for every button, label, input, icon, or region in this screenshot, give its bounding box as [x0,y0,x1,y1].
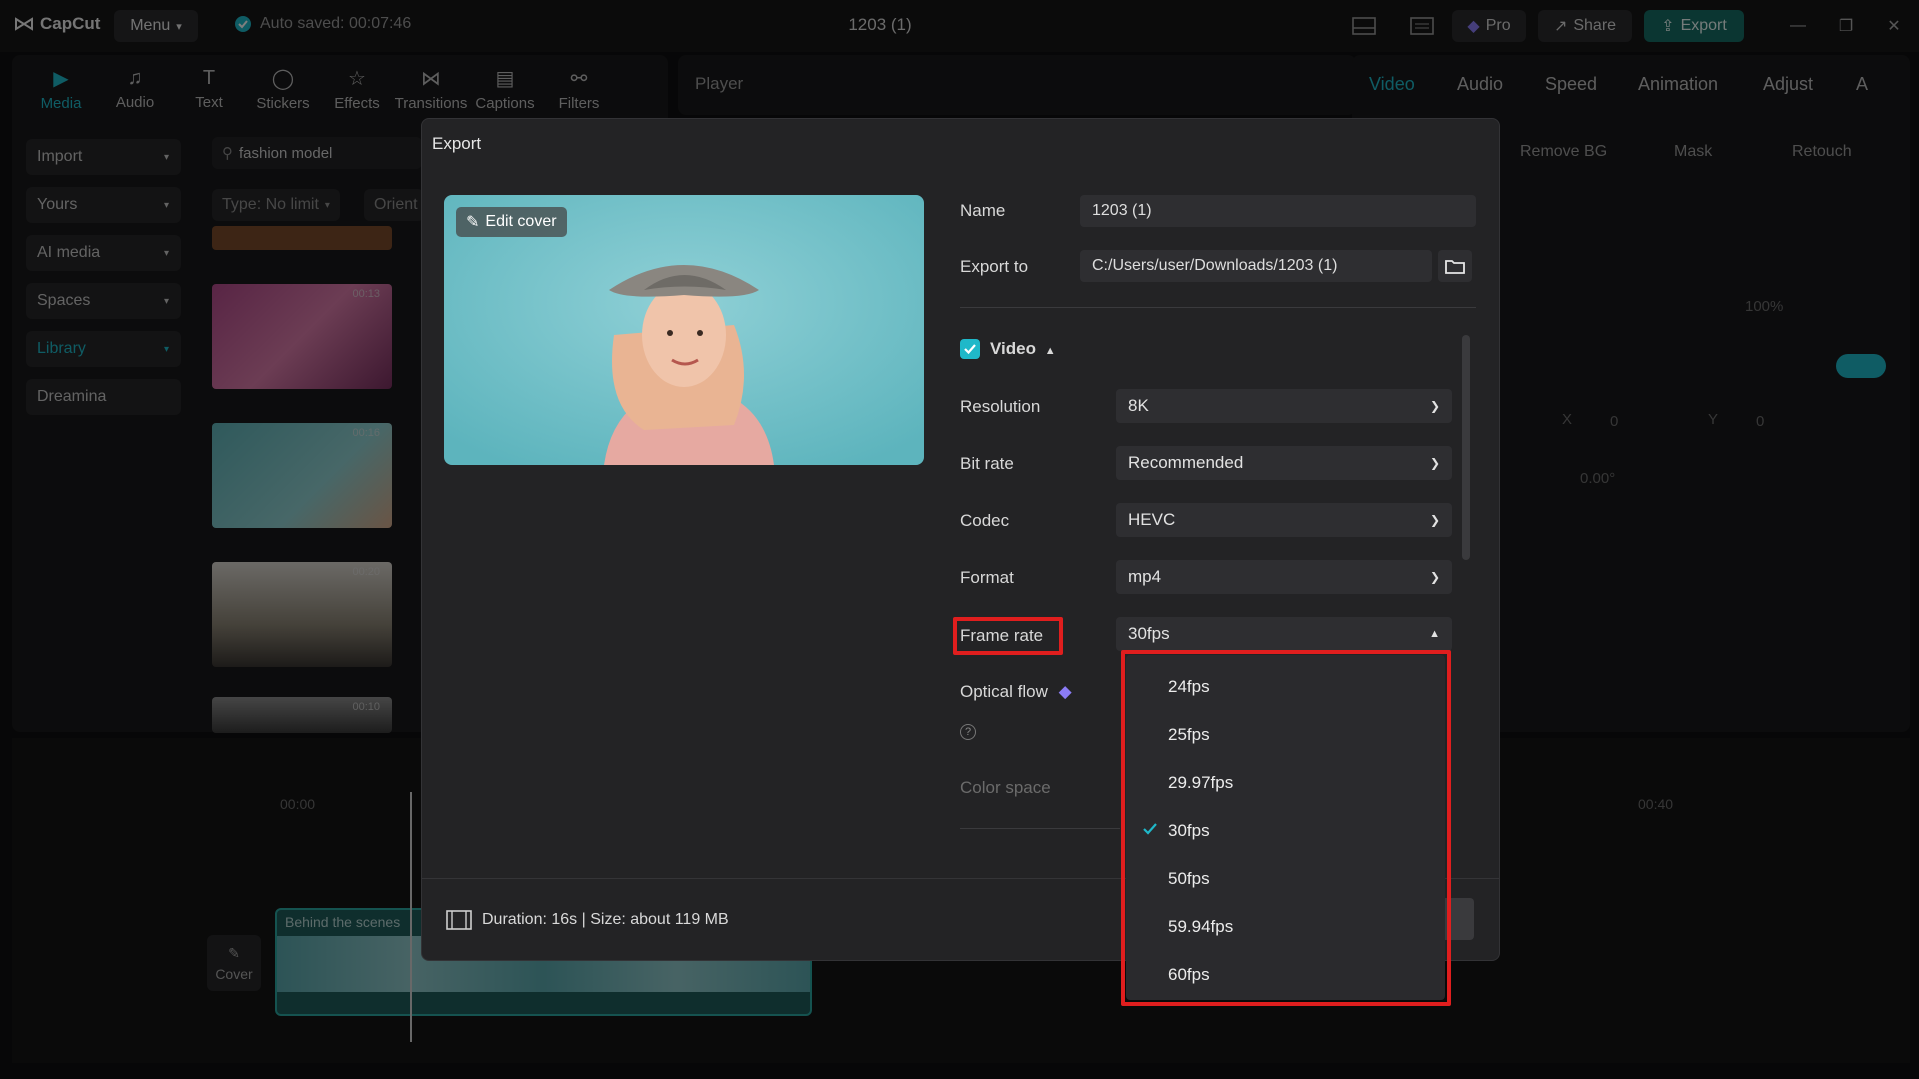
optical-flow-label: Optical flow [960,682,1048,701]
color-space-label: Color space [960,778,1051,797]
resolution-select[interactable]: 8K ❯ [1116,389,1452,423]
format-label: Format [960,568,1014,587]
chevron-down-icon: ❯ [1429,570,1440,584]
framerate-select[interactable]: 30fps ▲ [1116,617,1452,651]
folder-icon [1445,260,1465,274]
duration-size-text: Duration: 16s | Size: about 119 MB [482,911,729,928]
edit-cover-label: Edit cover [485,213,557,230]
pencil-icon: ✎ [466,214,480,231]
resolution-value: 8K [1128,396,1149,415]
export-path-input[interactable]: C:/Users/user/Downloads/1203 (1) [1080,250,1432,282]
name-value: 1203 (1) [1092,202,1152,219]
chevron-down-icon: ❯ [1429,399,1440,413]
section-divider [960,307,1476,308]
bitrate-value: Recommended [1128,453,1244,472]
codec-select[interactable]: HEVC ❯ [1116,503,1452,537]
video-section-label: Video [990,339,1036,358]
gem-icon: ◆ [1058,682,1072,701]
optical-flow-row: Optical flow ◆ [960,682,1072,702]
chevron-up-icon: ▲ [1429,628,1440,640]
name-label: Name [960,201,1006,220]
edit-cover-button[interactable]: ✎ Edit cover [456,207,567,237]
help-icon[interactable]: ? [960,724,976,740]
checkmark-icon [964,344,976,355]
chevron-down-icon: ❯ [1429,513,1440,527]
bitrate-select[interactable]: Recommended ❯ [1116,446,1452,480]
dialog-title: Export [432,134,482,153]
codec-value: HEVC [1128,510,1176,529]
bitrate-label: Bit rate [960,454,1014,473]
export-to-label: Export to [960,257,1029,276]
chevron-down-icon: ❯ [1429,456,1440,470]
section-divider [960,828,1120,829]
video-section-toggle[interactable]: Video ▲ [990,339,1056,359]
export-path-value: C:/Users/user/Downloads/1203 (1) [1092,257,1338,274]
format-select[interactable]: mp4 ❯ [1116,560,1452,594]
resolution-label: Resolution [960,397,1041,416]
format-value: mp4 [1128,567,1162,586]
cover-preview: ✎ Edit cover [444,195,924,465]
codec-label: Codec [960,511,1010,530]
name-input[interactable]: 1203 (1) [1080,195,1476,227]
video-checkbox[interactable] [960,339,980,359]
dialog-scrollbar[interactable] [1462,335,1470,560]
export-summary: Duration: 16s | Size: about 119 MB [446,910,729,930]
framerate-label-highlight [953,617,1063,655]
dropdown-highlight [1121,650,1451,1006]
framerate-value: 30fps [1128,624,1170,643]
browse-folder-button[interactable] [1438,250,1472,282]
caret-up-icon: ▲ [1044,345,1056,357]
film-icon [446,910,472,930]
